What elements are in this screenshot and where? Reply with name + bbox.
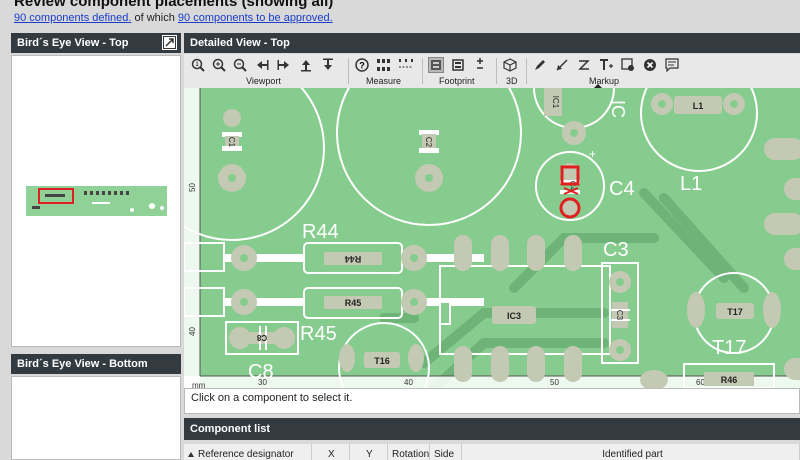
ruler-y-tick: 50 [188,183,197,192]
ruler-unit-label: mm [192,381,206,388]
pad-label-c8: C8 [256,333,267,342]
column-label: Rotation [392,449,430,460]
3d-cube-icon[interactable] [502,57,518,73]
column-y[interactable]: Y [350,444,388,460]
pad-label-r46: R46 [721,375,738,385]
footprint-polarity-icon[interactable] [472,57,488,73]
ruler-y-tick: 40 [188,327,197,336]
detailed-view-header: Detailed View - Top [184,33,800,53]
column-label: X [328,449,335,460]
zoom-out-icon[interactable] [232,57,248,73]
svg-text:1: 1 [195,62,199,68]
text-markup-icon[interactable] [598,57,614,73]
birds-eye-bottom-title: Bird´s Eye View - Bottom [17,358,148,370]
detailed-view-title: Detailed View - Top [190,37,290,49]
line-markup-icon[interactable] [576,57,592,73]
footprint-group-label: Footprint [439,76,475,86]
silk-label-c8: C8 [248,361,274,383]
comment-markup-icon[interactable] [664,57,680,73]
pan-right-icon[interactable] [276,57,292,73]
sort-ascending-icon [188,451,194,457]
silk-label-t17: T17 [712,337,746,359]
pad-label-c2: C2 [424,137,433,148]
column-x[interactable]: X [312,444,350,460]
pad-label-t16: T16 [374,356,390,366]
column-label: Side [434,449,455,460]
silk-label-r44: R44 [302,221,339,243]
birds-eye-top-header: Bird´s Eye View - Top [11,33,181,53]
birds-eye-top-title: Bird´s Eye View - Top [17,37,129,49]
zoom-fit-icon[interactable]: 1 [190,57,206,73]
birds-eye-bottom-header: Bird´s Eye View - Bottom [11,354,181,374]
toolbar-separator [422,58,423,84]
column-label: Identified part [602,449,663,460]
measure-distance-icon[interactable] [398,57,414,73]
birds-eye-top-thumbnail [26,186,167,216]
pad-label-t17: T17 [727,307,743,317]
pad-label-l1: L1 [693,101,704,111]
component-list-title: Component list [190,423,271,435]
column-rotation[interactable]: Rotation [388,444,430,460]
toolbar-separator [348,58,349,84]
pad-label-r45: R45 [345,298,362,308]
column-identified-part[interactable]: Identified part [462,444,800,460]
silk-label-c4: C4 [609,178,635,200]
column-label: Reference designator [198,449,294,460]
delete-markup-icon[interactable] [642,57,658,73]
measure-pads-icon[interactable] [376,57,392,73]
column-reference-designator[interactable]: Reference designator [184,444,312,460]
footprint-filled-icon[interactable] [428,57,444,73]
column-side[interactable]: Side [430,444,462,460]
components-to-approve-link[interactable]: 90 components to be approved. [178,12,333,24]
status-message: Click on a component to select it. [191,392,353,404]
birds-eye-top-view[interactable] [11,55,181,347]
toolbar-separator [526,58,527,84]
expand-icon[interactable] [162,35,177,50]
ruler-x-tick: 50 [550,378,559,387]
pan-down-icon[interactable] [320,57,336,73]
column-label: Y [366,449,373,460]
pan-up-icon[interactable] [298,57,314,73]
page-title: Review component placements (showing all… [14,0,334,10]
detailed-view-toolbar: 1 Viewport ? Measure Footprint 3D Markup [184,54,800,89]
viewport-group-label: Viewport [246,76,281,86]
help-icon[interactable]: ? [354,57,370,73]
silk-label-c3: C3 [603,239,629,261]
pad-label-c3: C3 [615,310,624,321]
selection-status: Click on a component to select it. [184,388,800,414]
pad-label-ic1: IC1 [551,96,560,109]
polarity-mark: + [589,147,596,161]
silk-label-ic: IC [608,100,628,118]
silk-label-r45: R45 [300,323,337,345]
pen-icon[interactable] [532,57,548,73]
pcb-detail-canvas[interactable]: mm 30 40 50 60 50 40 C1 C2 IC1 IC L1 L1 … [184,88,800,388]
component-list-columns: Reference designator X Y Rotation Side I… [184,444,800,460]
summary-of-which: of which [134,12,175,24]
pad-label-ic3: IC3 [507,311,521,321]
arrow-markup-icon[interactable] [554,57,570,73]
pan-left-icon[interactable] [254,57,270,73]
3d-group-label: 3D [506,76,518,86]
zoom-in-icon[interactable] [211,57,227,73]
note-markup-icon[interactable] [620,57,636,73]
birds-eye-bottom-view[interactable] [11,376,181,460]
component-summary: 90 components defined. of which 90 compo… [14,12,333,24]
toolbar-separator [496,58,497,84]
svg-text:?: ? [359,61,365,71]
components-defined-link[interactable]: 90 components defined. [14,12,131,24]
measure-group-label: Measure [366,76,402,86]
footprint-outline-icon[interactable] [450,57,466,73]
silk-label-l1: L1 [680,173,702,195]
pad-label-r44: R44 [345,254,362,264]
pad-label-c1: C1 [227,137,236,148]
component-list-header: Component list [184,418,800,440]
ruler-x-tick: 40 [404,378,413,387]
